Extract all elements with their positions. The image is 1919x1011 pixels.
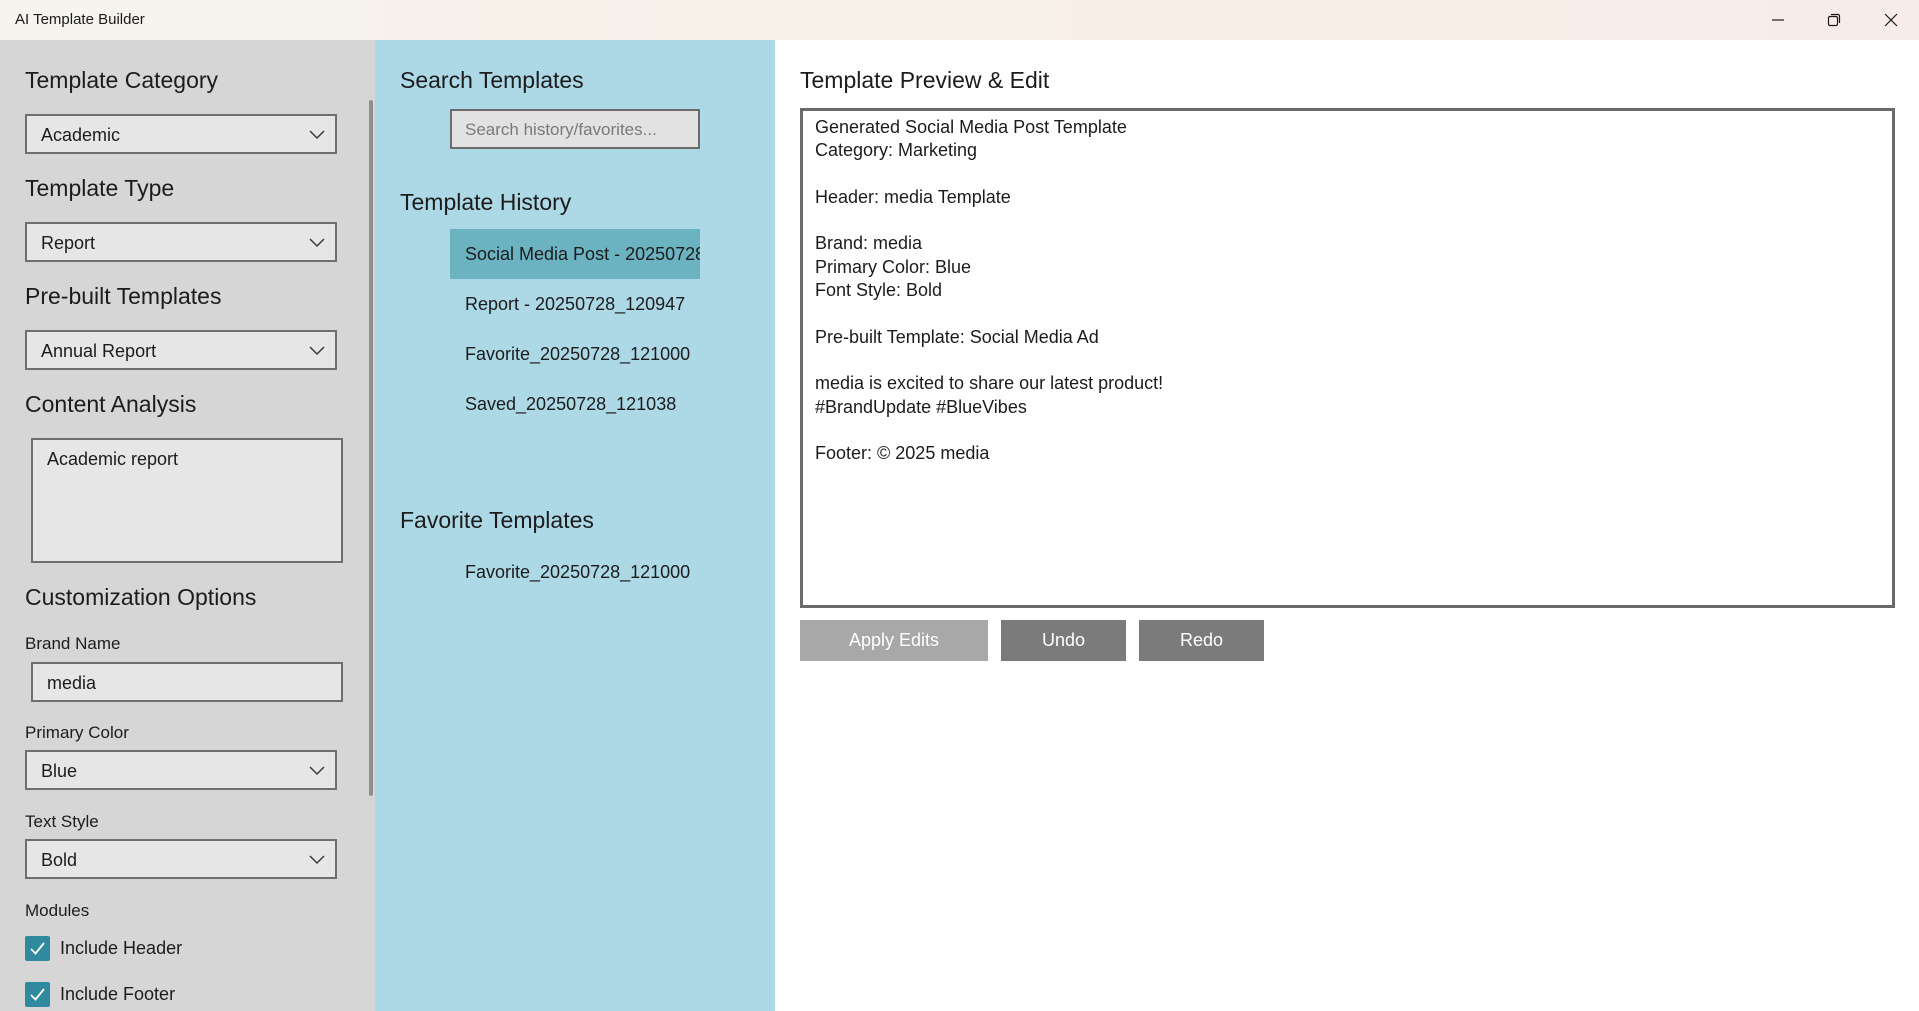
template-category-heading: Template Category [25,67,219,93]
checkmark-icon [30,987,45,1001]
title-bar: AI Template Builder [0,0,1919,40]
template-history-heading: Template History [400,189,572,215]
brand-name-label: Brand Name [25,634,121,653]
text-style-dropdown[interactable]: Bold [25,839,337,879]
text-style-label: Text Style [25,812,99,831]
restore-button[interactable] [1806,0,1862,40]
minimize-button[interactable] [1750,0,1806,40]
history-item[interactable]: Report - 20250728_120947 [450,279,700,329]
favorite-templates-heading: Favorite Templates [400,507,594,533]
template-category-dropdown[interactable]: Academic [25,114,337,154]
include-footer-checkbox[interactable] [25,981,50,1007]
preview-panel: Template Preview & Edit Generated Social… [775,40,1919,1011]
template-type-dropdown[interactable]: Report [25,222,337,262]
minimize-icon [1772,19,1784,21]
include-header-label: Include Header [60,937,183,958]
chevron-down-icon [309,855,325,865]
chevron-down-icon [309,346,325,356]
close-icon [1884,13,1898,27]
undo-button[interactable]: Undo [1001,620,1126,661]
include-header-checkbox-row[interactable]: Include Header [25,935,182,961]
chevron-down-icon [309,130,325,140]
restore-icon [1827,13,1841,27]
favorite-item[interactable]: Favorite_20250728_121000 [450,547,700,597]
template-category-value: Academic [41,125,121,145]
chevron-down-icon [309,238,325,248]
template-type-value: Report [41,233,96,253]
primary-color-value: Blue [41,761,78,781]
brand-name-input[interactable]: media [31,662,343,702]
include-footer-label: Include Footer [60,983,176,1004]
checkmark-icon [30,941,45,955]
modules-label: Modules [25,901,90,920]
left-panel-scrollbar[interactable] [369,100,373,796]
prebuilt-templates-value: Annual Report [41,341,157,361]
templates-panel: Search Templates Search history/favorite… [375,40,775,1011]
settings-panel: Template Category Academic Template Type… [0,40,375,1011]
preview-heading: Template Preview & Edit [800,67,1050,93]
template-type-heading: Template Type [25,175,175,201]
text-style-value: Bold [41,850,78,870]
redo-button[interactable]: Redo [1139,620,1264,661]
include-header-checkbox[interactable] [25,935,50,961]
content-analysis-textbox[interactable]: Academic report [31,438,343,563]
app-title: AI Template Builder [15,11,145,28]
search-templates-heading: Search Templates [400,67,584,93]
history-item[interactable]: Favorite_20250728_121000 [450,329,700,379]
primary-color-dropdown[interactable]: Blue [25,750,337,790]
template-editor[interactable]: Generated Social Media Post Template Cat… [800,108,1895,608]
prebuilt-templates-dropdown[interactable]: Annual Report [25,330,337,370]
apply-edits-button[interactable]: Apply Edits [800,620,988,661]
close-button[interactable] [1863,0,1919,40]
content-analysis-heading: Content Analysis [25,391,197,417]
primary-color-label: Primary Color [25,723,129,742]
include-footer-checkbox-row[interactable]: Include Footer [25,981,175,1007]
prebuilt-templates-heading: Pre-built Templates [25,283,222,309]
history-item[interactable]: Social Media Post - 20250728_121000 [450,229,700,279]
history-item[interactable]: Saved_20250728_121038 [450,379,700,429]
chevron-down-icon [309,766,325,776]
search-input[interactable]: Search history/favorites... [450,109,700,149]
customization-options-heading: Customization Options [25,584,257,610]
